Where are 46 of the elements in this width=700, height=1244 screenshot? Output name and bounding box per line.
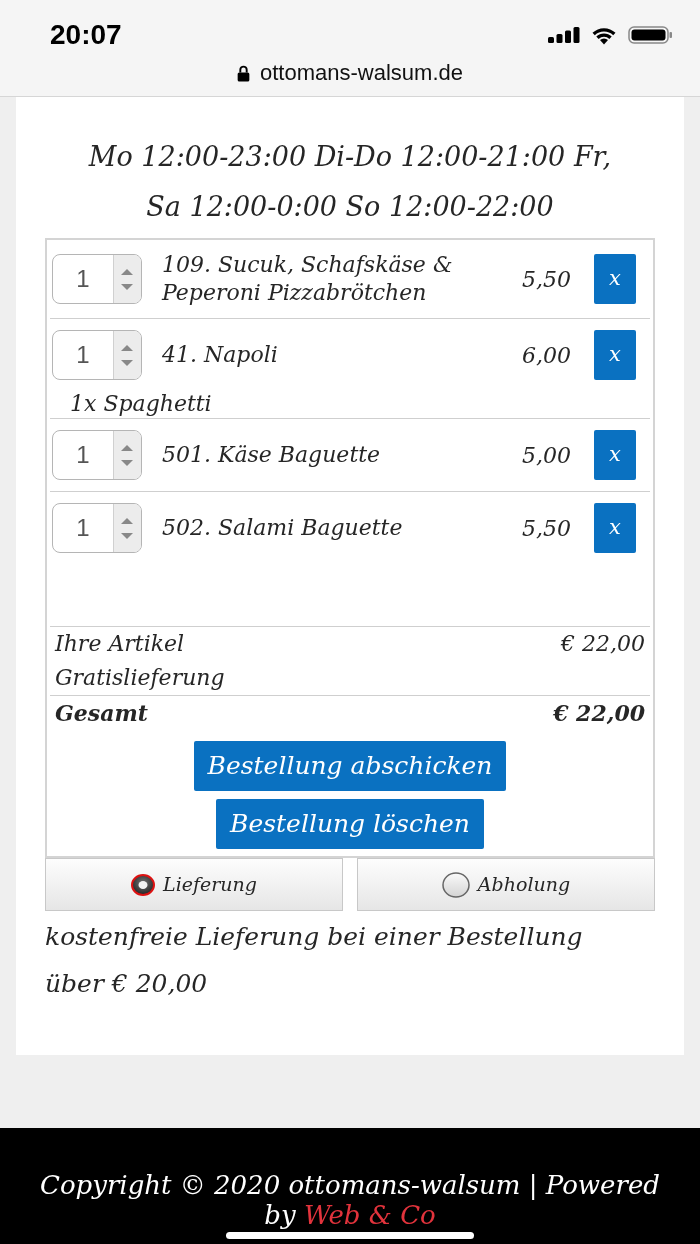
summary-value: € 22,00 [561,630,645,658]
remove-button[interactable]: x [594,503,636,553]
radio-unselected-icon[interactable] [441,871,470,898]
remove-button[interactable]: x [594,430,636,480]
wifi-icon [590,25,618,45]
item-price: 5,50 [521,265,571,294]
opening-hours: Mo 12:00-23:00 Di-Do 12:00-21:00 Fr, Sa 12:00-0:00 So 12:00-22:00 [87,140,613,224]
summary-label: Gratislieferung [55,664,225,692]
item-extras: 1x Spaghetti [69,390,213,418]
copyright-text: Copyright © 2020 ottomans-walsum | Powered by Web & Co [39,1170,661,1230]
up-arrow-icon[interactable] [121,517,134,524]
item-name: 41. Napoli [162,341,279,369]
remove-button[interactable]: x [594,330,636,380]
down-arrow-icon[interactable] [121,532,134,539]
item-name: 502. Salami Baguette [162,514,404,542]
total-value: € 22,00 [553,699,645,728]
down-arrow-icon[interactable] [121,359,134,366]
item-price: 5,50 [521,514,571,543]
total-label: Gesamt [55,699,148,728]
lock-icon [237,64,250,82]
quantity-spinner[interactable]: 1 [52,330,142,380]
up-arrow-icon[interactable] [121,268,134,275]
remove-button[interactable]: x [594,254,636,304]
url-text[interactable]: ottomans-walsum.de [260,60,463,86]
quantity-spinner[interactable]: 1 [52,430,142,480]
item-price: 6,00 [521,341,571,370]
down-arrow-icon[interactable] [121,459,134,466]
item-name: 109. Sucuk, Schafskäse & Peperoni Pizzabrötchen [162,251,454,307]
signal-icon [548,27,580,43]
summary-label: Ihre Artikel [55,630,185,658]
quantity-spinner[interactable]: 1 [52,503,142,553]
item-name: 501. Käse Baguette [162,441,382,469]
web-co-link[interactable]: Web & Co [303,1200,436,1230]
up-arrow-icon[interactable] [121,344,134,351]
item-price: 5,00 [521,441,571,470]
battery-icon [628,26,673,44]
down-arrow-icon[interactable] [121,283,134,290]
quantity-spinner[interactable]: 1 [52,254,142,304]
delivery-option-tab[interactable]: Abholung [357,858,655,911]
delete-order-button[interactable]: Bestellung löschen [216,799,484,849]
up-arrow-icon[interactable] [121,444,134,451]
delivery-note: kostenfreie Lieferung bei einer Bestellung über € 20,00 [45,921,584,1000]
submit-order-button[interactable]: Bestellung abschicken [193,741,507,791]
radio-selected-icon[interactable] [131,873,156,896]
status-time: 20:07 [50,19,122,51]
delivery-option-tab[interactable]: Lieferung [45,858,343,911]
